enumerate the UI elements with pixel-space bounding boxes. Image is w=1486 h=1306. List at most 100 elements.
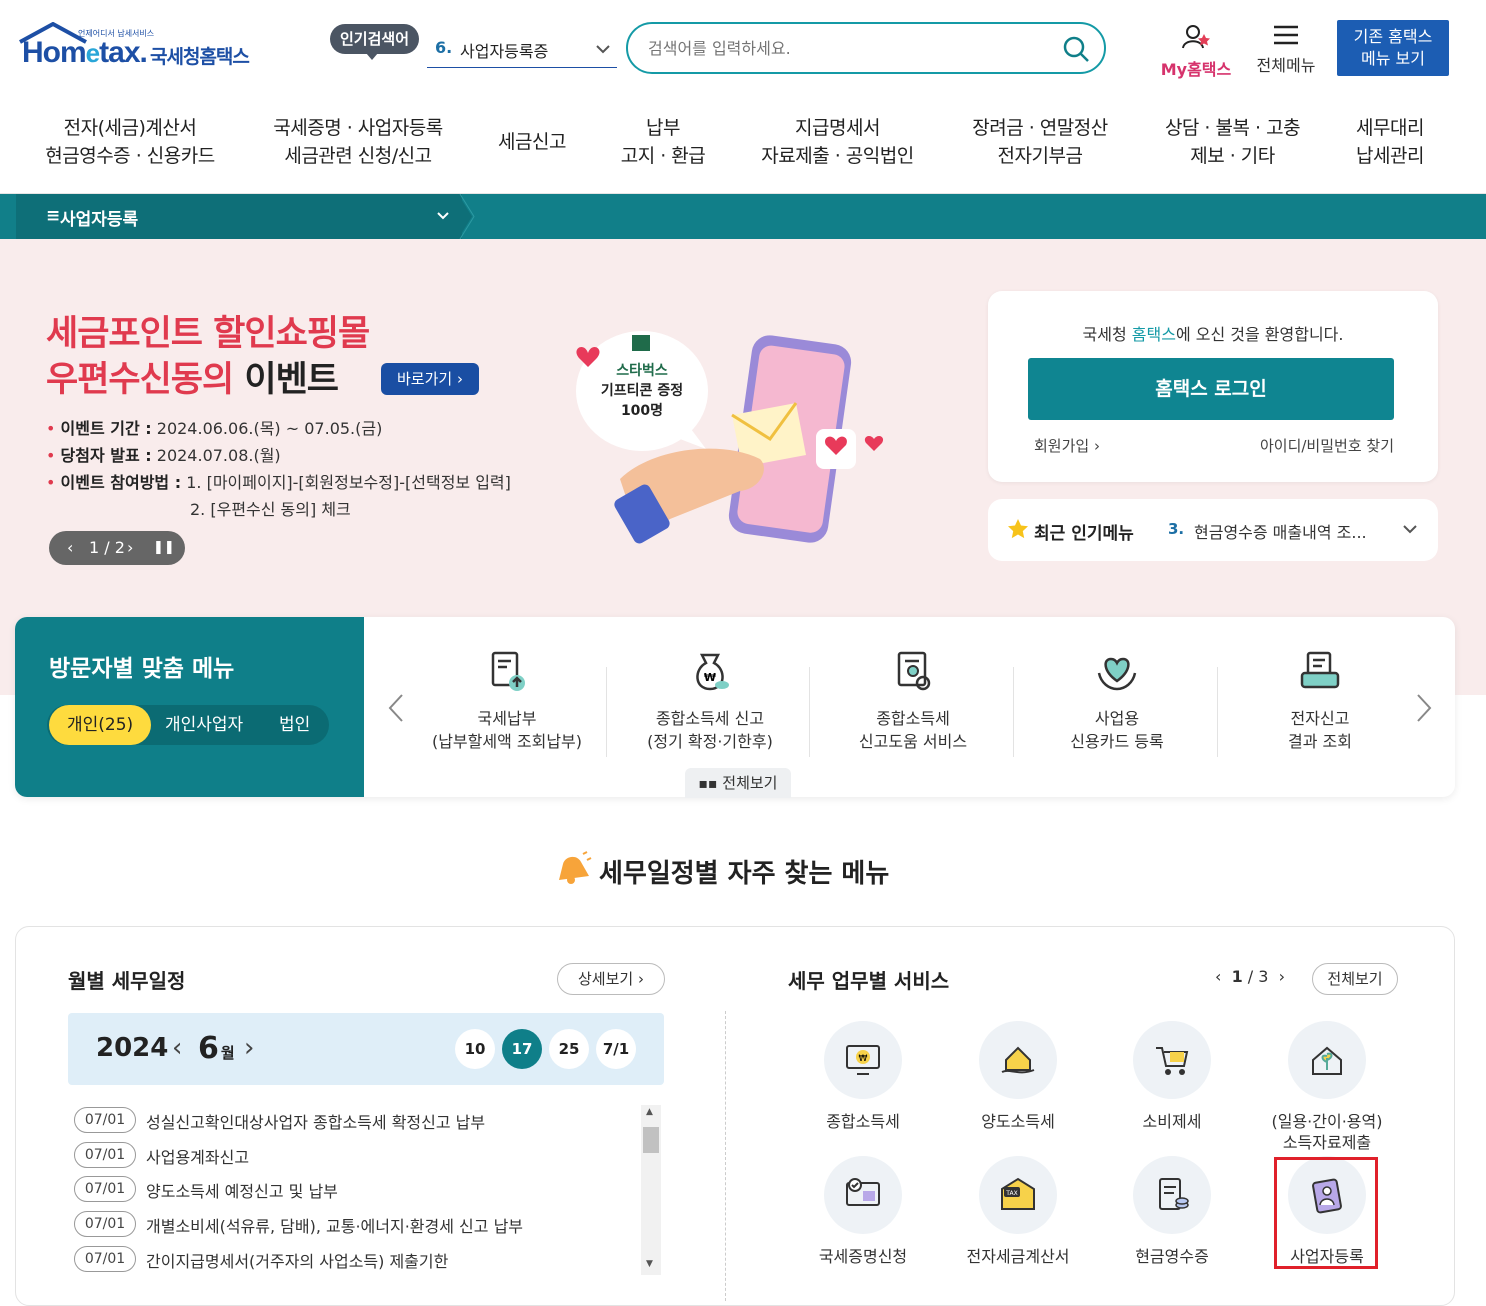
visitor-all-view-button[interactable]: ▪▪ 전체보기 xyxy=(685,768,791,798)
popular-menu-text: 현금영수증 매출내역 조... xyxy=(1194,523,1367,542)
schedule-scrollbar[interactable]: ▲ ▼ xyxy=(641,1105,661,1275)
scroll-up-icon[interactable]: ▲ xyxy=(646,1107,653,1117)
find-id-password-link[interactable]: 아이디/비밀번호 찾기 xyxy=(1260,435,1394,456)
login-card: 국세청 홈택스에 오신 것을 환영합니다. 홈택스 로그인 회원가입 › 아이디… xyxy=(988,291,1438,482)
menu-e-filing-result[interactable]: 전자신고 결과 조회 xyxy=(1220,647,1420,753)
event-go-button[interactable]: 바로가기 › xyxy=(381,363,479,395)
old-menu-line1: 기존 홈택스 xyxy=(1353,27,1433,46)
service-label: 종합소득세 xyxy=(826,1112,900,1131)
login-button[interactable]: 홈택스 로그인 xyxy=(1028,358,1394,420)
menu-income-tax-help[interactable]: 종합소득세 신고도움 서비스 xyxy=(813,647,1013,753)
nav-payment[interactable]: 납부 고지 · 환급 xyxy=(608,114,718,170)
next-page-icon[interactable]: › xyxy=(1279,967,1285,986)
next-icon[interactable]: › xyxy=(127,531,133,565)
tab-corporation[interactable]: 법인 xyxy=(279,705,310,745)
page-current: 1 xyxy=(1231,967,1243,986)
nav-tax-filing[interactable]: 세금신고 xyxy=(482,128,582,156)
prev-page-icon[interactable]: ‹ xyxy=(1215,967,1221,986)
nav-incentive[interactable]: 장려금 · 연말정산 전자기부금 xyxy=(955,114,1125,170)
list-icon: ≡ xyxy=(46,206,61,226)
prev-icon[interactable]: ‹ xyxy=(67,531,73,565)
highlight-box xyxy=(1274,1157,1378,1269)
menu-label: (정기 확정·기한후) xyxy=(647,732,773,751)
popular-search-select[interactable]: 6. 사업자등록증 xyxy=(427,32,617,68)
service-consumption-tax[interactable]: 소비제세 xyxy=(1097,1021,1247,1132)
chevron-right-icon[interactable] xyxy=(1415,693,1433,723)
day-button[interactable]: 25 xyxy=(549,1029,589,1069)
my-hometax-button[interactable]: My홈택스 xyxy=(1156,24,1236,80)
nav-label: 국세증명 · 사업자등록 xyxy=(273,117,443,139)
service-cash-receipt[interactable]: 현금영수증 xyxy=(1097,1156,1247,1267)
all-menu-button[interactable]: 전체메뉴 xyxy=(1248,24,1324,76)
my-hometax-label: My홈택스 xyxy=(1160,60,1232,79)
tab-individual[interactable]: 개인(25) xyxy=(49,705,152,745)
tax-envelope-icon: TAX xyxy=(1001,1177,1035,1210)
breadcrumb-title: 사업자등록 xyxy=(60,210,139,230)
event-title: 세금포인트 할인쇼핑몰 우편수신동의 이벤트 xyxy=(46,311,370,403)
old-menu-button[interactable]: 기존 홈택스 메뉴 보기 xyxy=(1337,20,1449,76)
menu-business-card-register[interactable]: 사업용 신용카드 등록 xyxy=(1017,647,1217,753)
day-button[interactable]: 10 xyxy=(455,1029,495,1069)
event-period-label: 이벤트 기간 : xyxy=(60,419,152,438)
chevron-down-icon xyxy=(596,45,610,54)
search-input[interactable] xyxy=(648,35,1048,61)
schedule-text: 간이지급명세서(거주자의 사업소득) 제출기한 xyxy=(146,1252,449,1271)
service-income-tax[interactable]: ₩ 종합소득세 xyxy=(788,1021,938,1132)
search-icon[interactable] xyxy=(1062,35,1090,63)
services-heading: 세무 업무별 서비스 xyxy=(788,969,950,993)
chevron-down-icon[interactable] xyxy=(436,209,450,223)
menu-tax-payment[interactable]: 국세납부 (납부할세액 조회납부) xyxy=(407,647,607,753)
prev-month-icon[interactable]: ‹ xyxy=(172,1033,182,1063)
service-e-tax-invoice[interactable]: TAX 전자세금계산서 xyxy=(943,1156,1093,1267)
schedule-date: 07/01 xyxy=(74,1211,136,1237)
visitor-tabs: 개인(25) 개인사업자 법인 xyxy=(47,705,329,745)
scrollbar-thumb[interactable] xyxy=(643,1127,659,1153)
service-income-data-submit[interactable]: (일용·간이·용역) 소득자료제출 xyxy=(1252,1021,1402,1153)
day-button-selected[interactable]: 17 xyxy=(502,1029,542,1069)
popular-menu-bar[interactable]: 최근 인기메뉴 3. 현금영수증 매출내역 조... xyxy=(988,499,1438,561)
nav-label: 세금관련 신청/신고 xyxy=(284,145,432,167)
service-label: 전자세금계산서 xyxy=(966,1247,1070,1266)
day-button[interactable]: 7/1 xyxy=(596,1029,636,1069)
event-announce-label: 당첨자 발표 : xyxy=(60,446,152,465)
event-info: • 이벤트 기간 : 2024.06.06.(목) ~ 07.05.(금) • … xyxy=(46,415,511,523)
chevron-down-icon xyxy=(1403,525,1417,534)
join-link[interactable]: 회원가입 › xyxy=(1034,435,1100,456)
service-label: 현금영수증 xyxy=(1135,1247,1209,1266)
schedule-text: 성실신고확인대상사업자 종합소득세 확정신고 납부 xyxy=(146,1113,486,1132)
service-capital-gains-tax[interactable]: 양도소득세 xyxy=(943,1021,1093,1132)
monitor-won-icon: ₩ xyxy=(846,1045,880,1075)
popular-menu-label: 최근 인기메뉴 xyxy=(1034,524,1134,544)
divider xyxy=(1217,667,1218,757)
nav-payment-statement[interactable]: 지급명세서 자료제출 · 공익법인 xyxy=(745,114,930,170)
schedule-heading: 월별 세무일정 xyxy=(68,969,186,993)
tab-sole-proprietor[interactable]: 개인사업자 xyxy=(165,705,243,745)
services-all-view-button[interactable]: 전체보기 xyxy=(1312,963,1398,995)
popular-search-term: 사업자등록증 xyxy=(460,42,549,61)
event-period-value: 2024.06.06.(목) ~ 07.05.(금) xyxy=(156,419,383,438)
nav-tax-agent[interactable]: 세무대리 납세관리 xyxy=(1340,114,1440,170)
menu-label: 종합소득세 xyxy=(876,709,950,728)
nav-e-invoice[interactable]: 전자(세금)계산서 현금영수증 · 신용카드 xyxy=(30,114,230,170)
bubble-line1: 스타벅스 xyxy=(616,363,668,379)
nav-label: 상담 · 불복 · 고충 xyxy=(1164,117,1301,139)
nav-consult[interactable]: 상담 · 불복 · 고충 제보 · 기타 xyxy=(1150,114,1315,170)
divider xyxy=(725,1011,726,1301)
nav-label: 납세관리 xyxy=(1356,145,1424,167)
chevron-left-icon[interactable] xyxy=(387,693,405,723)
schedule-detail-button[interactable]: 상세보기 › xyxy=(557,963,665,995)
menu-income-tax-report[interactable]: ₩ 종합소득세 신고 (정기 확정·기한후) xyxy=(610,647,810,753)
welcome-a: 국세청 xyxy=(1082,325,1132,344)
next-month-icon[interactable]: › xyxy=(244,1033,254,1063)
popular-menu-rank: 3. xyxy=(1168,520,1185,538)
event-method-1: 1. [마이페이지]-[회원정보수정]-[선택정보 입력] xyxy=(186,473,511,492)
document-upload-icon xyxy=(491,651,525,691)
schedule-date: 07/01 xyxy=(74,1142,136,1168)
scroll-down-icon[interactable]: ▼ xyxy=(646,1259,653,1269)
service-tax-certificate[interactable]: 국세증명신청 xyxy=(788,1156,938,1267)
visitor-menu-heading: 방문자별 맞춤 메뉴 xyxy=(49,656,235,682)
menu-icon xyxy=(1274,25,1298,45)
pause-icon[interactable]: ❚❚ xyxy=(153,531,175,565)
all-view-label: 전체보기 xyxy=(722,774,778,792)
nav-certificate[interactable]: 국세증명 · 사업자등록세금관련 신청/신고 xyxy=(258,114,458,170)
